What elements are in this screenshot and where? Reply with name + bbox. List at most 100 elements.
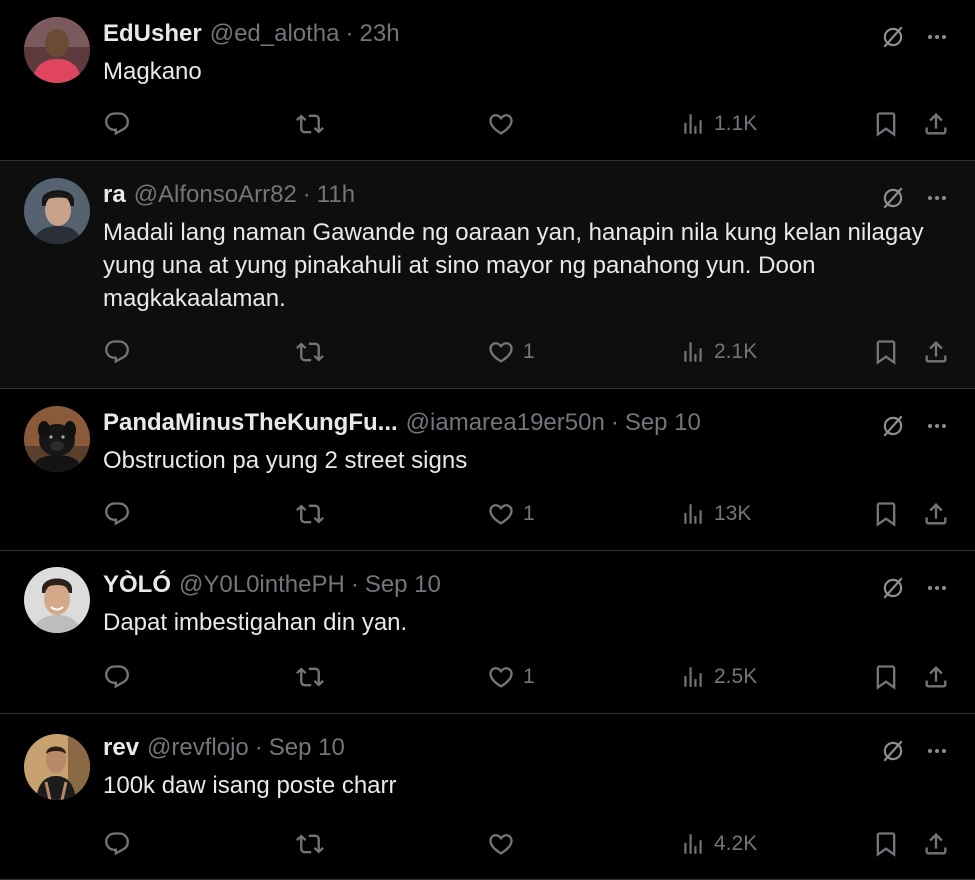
view-count: 1.1K <box>714 112 758 135</box>
grok-icon[interactable] <box>878 573 908 603</box>
share-button[interactable] <box>922 497 950 531</box>
reply-button[interactable] <box>103 660 131 694</box>
grok-icon[interactable] <box>878 736 908 766</box>
repost-button[interactable] <box>296 827 324 861</box>
handle[interactable]: @revflojo <box>147 734 249 762</box>
views-chart-icon <box>680 111 706 137</box>
view-count: 13K <box>714 502 752 525</box>
reply-button[interactable] <box>103 497 131 531</box>
timestamp[interactable]: 11h <box>317 181 355 209</box>
repost-icon <box>296 338 324 366</box>
repost-button[interactable] <box>296 497 324 531</box>
avatar[interactable] <box>24 734 90 800</box>
post[interactable]: EdUsher @ed_alotha · 23h Magkano 1.1K <box>0 0 975 161</box>
views-button[interactable]: 1.1K <box>680 107 757 141</box>
views-chart-icon <box>680 664 706 690</box>
share-icon <box>922 500 950 528</box>
bookmark-button[interactable] <box>872 335 900 369</box>
handle[interactable]: @AlfonsoArr82 <box>134 181 297 209</box>
avatar[interactable] <box>24 406 90 472</box>
repost-button[interactable] <box>296 107 324 141</box>
grok-icon[interactable] <box>878 411 908 441</box>
share-button[interactable] <box>922 827 950 861</box>
repost-button[interactable] <box>296 335 324 369</box>
reply-button[interactable] <box>103 107 131 141</box>
views-chart-icon <box>680 831 706 857</box>
more-icon[interactable] <box>922 183 952 213</box>
reply-button[interactable] <box>103 827 131 861</box>
display-name[interactable]: ra <box>103 181 126 209</box>
post-text: Obstruction pa yung 2 street signs <box>103 447 468 474</box>
views-button[interactable]: 2.5K <box>680 660 757 694</box>
handle[interactable]: @iamarea19er50n <box>406 409 605 437</box>
handle[interactable]: @ed_alotha <box>210 20 340 48</box>
heart-icon <box>487 500 515 528</box>
bookmark-button[interactable] <box>872 497 900 531</box>
reply-icon <box>103 110 131 138</box>
smiling-man-avatar <box>24 567 90 633</box>
like-button[interactable]: 1 <box>487 497 535 531</box>
post-text: Madali lang naman Gawande ng oaraan yan,… <box>103 219 924 312</box>
grok-icon[interactable] <box>878 22 908 52</box>
reply-button[interactable] <box>103 335 131 369</box>
view-count: 4.2K <box>714 832 758 855</box>
heart-icon <box>487 338 515 366</box>
post[interactable]: YÒLÓ @Y0L0inthePH · Sep 10 Dapat imbesti… <box>0 551 975 714</box>
separator: · <box>610 409 619 436</box>
avatar[interactable] <box>24 567 90 633</box>
post[interactable]: PandaMinusTheKungFu... @iamarea19er50n ·… <box>0 389 975 551</box>
views-button[interactable]: 13K <box>680 497 751 531</box>
like-button[interactable]: 1 <box>487 660 535 694</box>
bookmark-button[interactable] <box>872 827 900 861</box>
post[interactable]: ra @AlfonsoArr82 · 11h Madali lang naman… <box>0 161 975 389</box>
avatar[interactable] <box>24 178 90 244</box>
action-bar: 1 2.5K <box>0 660 975 694</box>
views-button[interactable]: 2.1K <box>680 335 757 369</box>
timestamp[interactable]: Sep 10 <box>269 734 345 762</box>
share-button[interactable] <box>922 107 950 141</box>
post[interactable]: rev @revflojo · Sep 10 100k daw isang po… <box>0 714 975 880</box>
display-name[interactable]: PandaMinusTheKungFu... <box>103 409 398 437</box>
heart-icon <box>487 830 515 858</box>
more-icon[interactable] <box>922 573 952 603</box>
views-chart-icon <box>680 501 706 527</box>
share-button[interactable] <box>922 660 950 694</box>
action-bar: 1.1K <box>0 107 975 141</box>
repost-button[interactable] <box>296 660 324 694</box>
like-count: 1 <box>523 340 535 363</box>
more-icon[interactable] <box>922 22 952 52</box>
bookmark-button[interactable] <box>872 107 900 141</box>
like-count: 1 <box>523 502 535 525</box>
bookmark-icon <box>872 338 900 366</box>
more-icon[interactable] <box>922 736 952 766</box>
heart-icon <box>487 110 515 138</box>
avatar[interactable] <box>24 17 90 83</box>
reply-icon <box>103 663 131 691</box>
post-header: EdUsher @ed_alotha · 23h <box>103 19 400 49</box>
red-shirt-person-avatar <box>24 17 90 83</box>
action-bar: 4.2K <box>0 827 975 861</box>
display-name[interactable]: YÒLÓ <box>103 571 171 599</box>
repost-icon <box>296 110 324 138</box>
share-button[interactable] <box>922 335 950 369</box>
post-header: YÒLÓ @Y0L0inthePH · Sep 10 <box>103 570 441 600</box>
timestamp[interactable]: Sep 10 <box>365 571 441 599</box>
post-header: ra @AlfonsoArr82 · 11h <box>103 180 355 210</box>
display-name[interactable]: rev <box>103 734 139 762</box>
handle[interactable]: @Y0L0inthePH <box>179 571 345 599</box>
reply-icon <box>103 338 131 366</box>
bookmark-button[interactable] <box>872 660 900 694</box>
grok-icon[interactable] <box>878 183 908 213</box>
share-icon <box>922 338 950 366</box>
share-icon <box>922 663 950 691</box>
share-icon <box>922 830 950 858</box>
timestamp[interactable]: Sep 10 <box>625 409 701 437</box>
like-button[interactable] <box>487 107 523 141</box>
more-icon[interactable] <box>922 411 952 441</box>
like-button[interactable] <box>487 827 523 861</box>
like-button[interactable]: 1 <box>487 335 535 369</box>
timestamp[interactable]: 23h <box>360 20 400 48</box>
views-button[interactable]: 4.2K <box>680 827 757 861</box>
display-name[interactable]: EdUsher <box>103 20 202 48</box>
bookmark-icon <box>872 663 900 691</box>
